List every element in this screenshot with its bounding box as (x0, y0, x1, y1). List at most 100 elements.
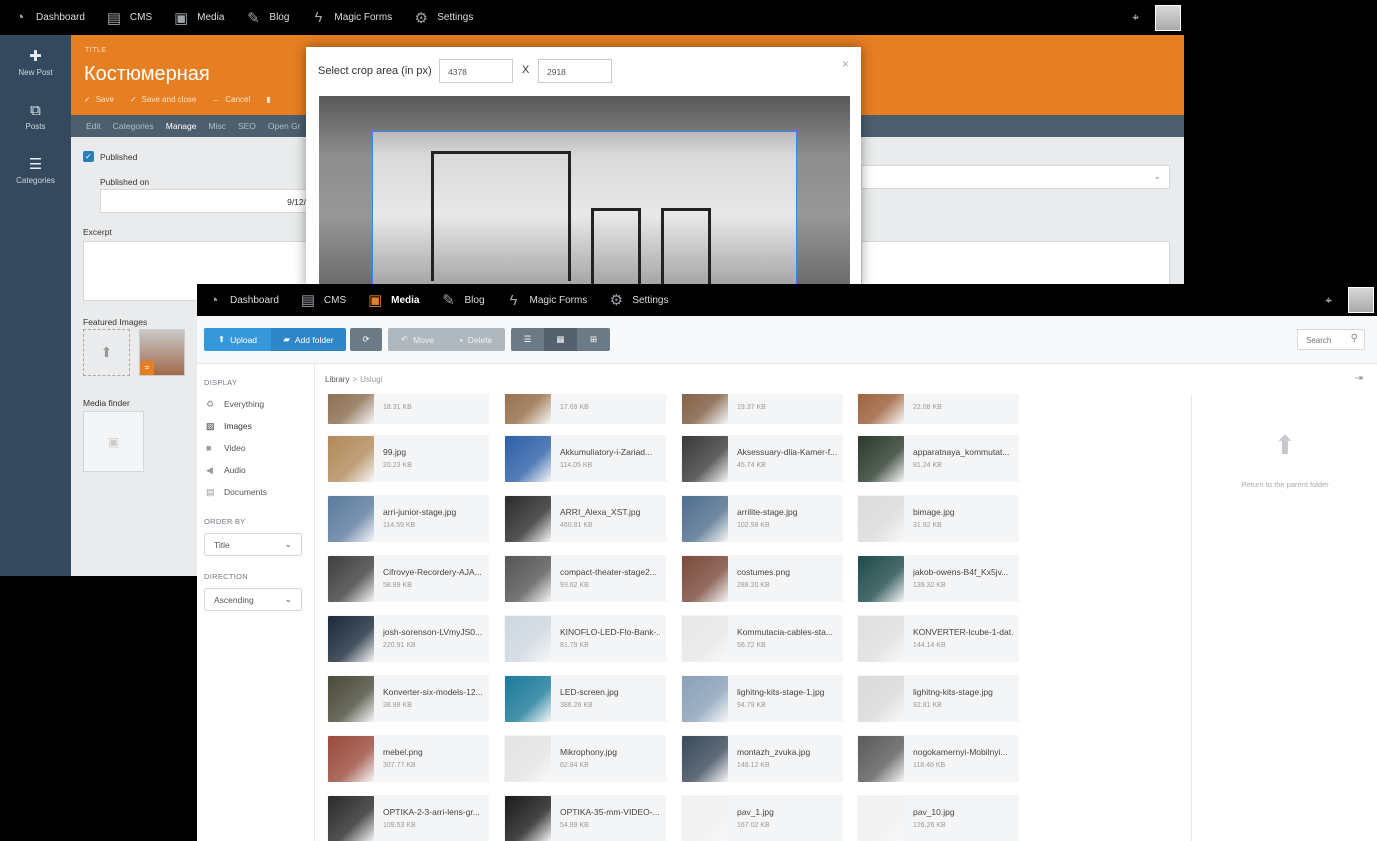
tab-manage[interactable]: Manage (166, 121, 197, 131)
nav-item-blog[interactable]: ✎ Blog (439, 290, 484, 310)
tab-categories[interactable]: Categories (113, 121, 154, 131)
media-file-tile[interactable]: lighitng-kits-stage-1.jpg 94.79 KB (681, 675, 843, 722)
crop-width-input[interactable]: 4378 (439, 59, 513, 83)
post-title[interactable]: Костюмерная (84, 63, 210, 86)
media-file-tile[interactable]: ARRI_Alexa_XST.jpg 460.81 KB (504, 495, 666, 542)
file-size: 17.69 KB (560, 404, 589, 411)
search-box: ⚲ (1297, 329, 1365, 350)
upload-button[interactable]: ⬆ Upload (204, 328, 271, 351)
media-file-tile[interactable]: 17.69 KB (504, 394, 666, 424)
display-item-audio[interactable]: ◀ Audio (197, 459, 314, 481)
media-file-tile[interactable]: pav_1.jpg 167.02 KB (681, 795, 843, 841)
arrow-up-icon[interactable]: ⬆ (1274, 430, 1296, 461)
published-checkbox[interactable]: ✓ (83, 151, 94, 162)
nav-item-cms[interactable]: ▤ CMS (104, 8, 152, 28)
sidebar-item-posts[interactable]: ⧉ Posts (0, 89, 71, 143)
action-save[interactable]: ✓ Save (84, 95, 114, 104)
cms-icon: ▤ (106, 9, 122, 27)
media-file-tile[interactable]: jakob-owens-B4f_Kx5jv... 139.32 KB (857, 555, 1019, 602)
media-file-tile[interactable]: bimage.jpg 31.92 KB (857, 495, 1019, 542)
nav-item-media[interactable]: ▣ Media (171, 8, 224, 28)
action-cancel[interactable]: ← Cancel (212, 95, 250, 104)
display-list: ♻ Everything ▨ Images ■ Video ◀ Audio ▤ Documents (197, 393, 314, 503)
media-file-tile[interactable]: nogokamernyi-Mobilnyi... 118.46 KB (857, 735, 1019, 782)
display-item-everything[interactable]: ♻ Everything (197, 393, 314, 415)
add-folder-button[interactable]: ▰ Add folder (271, 328, 346, 351)
media-file-tile[interactable]: compact-theater-stage2... 93.62 KB (504, 555, 666, 602)
media-file-tile[interactable]: josh-sorenson-LVmyJS0... 220.91 KB (327, 615, 489, 662)
media-file-tile[interactable]: costumes.png 288.20 KB (681, 555, 843, 602)
media-file-tile[interactable]: KINOFLO-LED-Flo-Bank-... 81.79 KB (504, 615, 666, 662)
crosshair-icon[interactable]: ⌖ (1325, 293, 1332, 308)
avatar[interactable] (1348, 287, 1374, 313)
media-file-tile[interactable]: lighitng-kits-stage.jpg 92.81 KB (857, 675, 1019, 722)
tab-open-gr[interactable]: Open Gr (268, 121, 301, 131)
sidebar-item-new-post[interactable]: ✚ New Post (0, 35, 71, 89)
media-file-tile[interactable]: apparatnaya_kommutat... 81.24 KB (857, 435, 1019, 482)
close-icon[interactable]: × (842, 57, 849, 71)
media-file-tile[interactable]: 19.37 KB (681, 394, 843, 424)
upload-image-placeholder[interactable]: ⬆ (83, 329, 130, 376)
media-file-tile[interactable]: 99.jpg 20.23 KB (327, 435, 489, 482)
media-file-tile[interactable]: montazh_zvuka.jpg 148.12 KB (681, 735, 843, 782)
crop-icon[interactable]: ⌗ (140, 361, 154, 375)
direction-select[interactable]: Ascending ⌄ (204, 588, 302, 611)
media-file-tile[interactable]: mebel.png 307.77 KB (327, 735, 489, 782)
crop-height-input[interactable]: 2918 (538, 59, 612, 83)
grid-view-button[interactable]: ▦ (544, 328, 577, 351)
nav-item-cms[interactable]: ▤ CMS (298, 290, 346, 310)
breadcrumb-root[interactable]: Library (325, 375, 349, 384)
exit-icon[interactable]: ⇥ (1355, 373, 1363, 384)
media-file-grid: 18.31 KB 17.69 KB 19.37 KB 22.08 KB 99.jpg 20… (315, 394, 1191, 841)
sidebar-item-categories[interactable]: ☰ Categories (0, 143, 71, 197)
search-input[interactable] (1298, 331, 1346, 350)
file-size: 126.26 KB (913, 822, 946, 829)
move-button[interactable]: ↶ Move (388, 328, 447, 351)
parent-folder-text[interactable]: Return to the parent folder (1192, 480, 1377, 489)
trash-icon[interactable]: ▮ (266, 95, 270, 104)
author-select[interactable]: ⌄ (861, 165, 1170, 189)
display-item-images[interactable]: ▨ Images (197, 415, 314, 437)
tab-misc[interactable]: Misc (208, 121, 225, 131)
list-view-button[interactable]: ☰ (511, 328, 544, 351)
media-file-tile[interactable]: Cifrovye-Recordery-AJA... 58.89 KB (327, 555, 489, 602)
tab-seo[interactable]: SEO (238, 121, 256, 131)
nav-item-dashboard[interactable]: ◔ Dashboard (204, 290, 278, 310)
order-by-select[interactable]: Title ⌄ (204, 533, 302, 556)
media-file-tile[interactable]: 22.08 KB (857, 394, 1019, 424)
search-icon[interactable]: ⚲ (1351, 333, 1358, 344)
chevron-down-icon: ⌄ (284, 594, 292, 604)
media-file-tile[interactable]: Kommutacia-cables-sta... 56.72 KB (681, 615, 843, 662)
media-file-tile[interactable]: arrilite-stage.jpg 102.98 KB (681, 495, 843, 542)
media-file-tile[interactable]: Mikrophony.jpg 62.84 KB (504, 735, 666, 782)
delete-button[interactable]: ▪ Delete (447, 328, 505, 351)
refresh-button[interactable]: ⟳ (350, 328, 382, 351)
display-item-video[interactable]: ■ Video (197, 437, 314, 459)
published-on-input[interactable]: 9/12/ (100, 189, 311, 213)
tiles-view-button[interactable]: ⊞ (577, 328, 610, 351)
media-file-tile[interactable]: Akkumuliatory-i-Zariad... 114.05 KB (504, 435, 666, 482)
nav-item-blog[interactable]: ✎ Blog (243, 8, 289, 28)
avatar[interactable] (1155, 4, 1181, 31)
media-file-tile[interactable]: OPTIKA-2-3-arri-lens-gr... 109.53 KB (327, 795, 489, 841)
nav-item-settings[interactable]: ⚙ Settings (411, 8, 473, 28)
nav-item-magic-forms[interactable]: ϟ Magic Forms (504, 290, 588, 310)
crosshair-icon[interactable]: ⌖ (1132, 10, 1139, 25)
media-finder-field[interactable]: ▣ (83, 411, 144, 472)
media-file-tile[interactable]: Konverter-six-models-12... 38.88 KB (327, 675, 489, 722)
nav-item-media[interactable]: ▣ Media (365, 290, 419, 310)
media-file-tile[interactable]: LED-screen.jpg 386.26 KB (504, 675, 666, 722)
action-save-and-close[interactable]: ✓ Save and close (130, 95, 196, 104)
media-file-tile[interactable]: pav_10.jpg 126.26 KB (857, 795, 1019, 841)
featured-image-thumb[interactable]: ⌗ (139, 329, 185, 376)
media-file-tile[interactable]: Aksessuary-dlia-Kamer-f... 45.74 KB (681, 435, 843, 482)
display-item-documents[interactable]: ▤ Documents (197, 481, 314, 503)
nav-item-settings[interactable]: ⚙ Settings (606, 290, 669, 310)
nav-item-dashboard[interactable]: ◔ Dashboard (10, 8, 84, 28)
media-file-tile[interactable]: KONVERTER-lcube-1-dat... 144.14 KB (857, 615, 1019, 662)
media-file-tile[interactable]: arri-junior-stage.jpg 114.59 KB (327, 495, 489, 542)
media-file-tile[interactable]: OPTIKA-35-mm-VIDEO-... 54.89 KB (504, 795, 666, 841)
tab-edit[interactable]: Edit (86, 121, 101, 131)
media-file-tile[interactable]: 18.31 KB (327, 394, 489, 424)
nav-item-magic-forms[interactable]: ϟ Magic Forms (308, 8, 392, 28)
